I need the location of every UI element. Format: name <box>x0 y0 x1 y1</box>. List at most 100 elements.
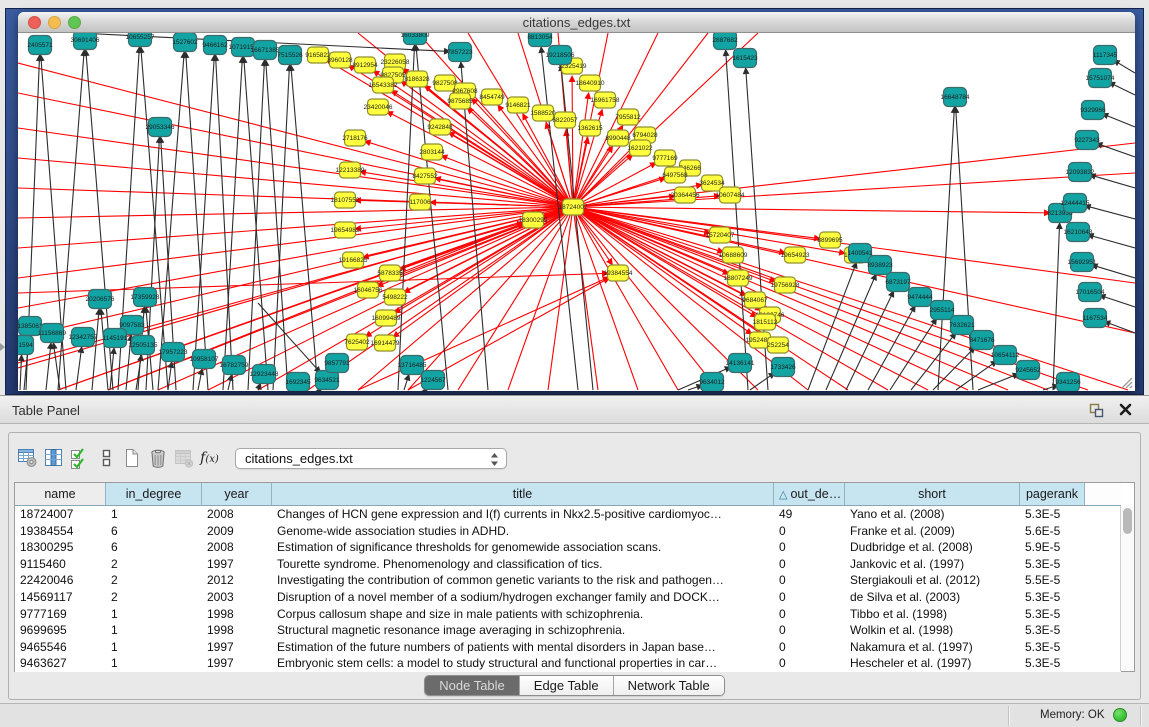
graph-node[interactable]: 9146821 <box>505 97 531 113</box>
graph-edge[interactable] <box>216 56 233 390</box>
graph-edge[interactable] <box>186 53 208 390</box>
table-row[interactable]: 969969511998Structural magnetic resonanc… <box>15 622 1121 639</box>
graph-node[interactable]: 9242848 <box>427 119 453 135</box>
resize-grip-icon[interactable] <box>1119 375 1133 389</box>
new-table-button[interactable] <box>119 445 144 471</box>
graph-edge[interactable] <box>76 348 82 390</box>
graph-node[interactable]: 7955812 <box>615 109 641 125</box>
graph-edge[interactable] <box>573 173 1135 207</box>
graph-node[interactable]: 19384554 <box>604 265 633 281</box>
graph-edge[interactable] <box>18 207 573 218</box>
graph-edge[interactable] <box>158 53 184 390</box>
table-row[interactable]: 1938455462009Genome-wide association stu… <box>15 523 1121 540</box>
graph-node[interactable]: 12923448 <box>250 365 279 384</box>
graph-edge[interactable] <box>1053 224 1060 390</box>
graph-node[interactable]: 19654982 <box>331 222 360 238</box>
graph-node[interactable]: 8427552 <box>412 168 438 184</box>
tab-edge-table[interactable]: Edge Table <box>520 676 614 695</box>
graph-node[interactable]: 17359928 <box>131 288 160 307</box>
graph-edge[interactable] <box>258 303 320 372</box>
graph-edge[interactable] <box>248 61 264 390</box>
close-panel-icon[interactable] <box>1118 402 1133 417</box>
table-row[interactable]: 977716911998Corpus callosum shape and si… <box>15 606 1121 623</box>
graph-node[interactable]: 12505135 <box>129 336 158 355</box>
column-header-name[interactable]: name <box>15 483 106 506</box>
graph-edge[interactable] <box>978 374 1018 390</box>
delete-trash-button[interactable] <box>145 445 170 471</box>
graph-node[interactable]: 9227343 <box>1074 131 1100 150</box>
graph-edge[interactable] <box>408 207 573 390</box>
table-row[interactable]: 911546021997Tourette syndrome. Phenomeno… <box>15 556 1121 573</box>
graph-edge[interactable] <box>18 158 573 207</box>
graph-node[interactable]: 1145191 <box>103 329 128 348</box>
graph-node[interactable]: 19654923 <box>781 247 810 263</box>
graph-node[interactable]: 16782759 <box>220 356 249 375</box>
graph-node[interactable]: 18724007 <box>559 199 588 215</box>
graph-node[interactable]: 17957223 <box>159 343 188 362</box>
graph-node[interactable]: 8912954 <box>352 57 378 73</box>
graph-edge[interactable] <box>1086 206 1135 219</box>
graph-node[interactable]: 18107552 <box>331 192 360 208</box>
graph-node[interactable]: 14136141 <box>726 354 755 373</box>
graph-node[interactable]: 19218506 <box>546 46 575 65</box>
graph-node[interactable]: 8471676 <box>969 331 995 350</box>
graph-node[interactable]: 19756928 <box>771 277 800 293</box>
table-row[interactable]: 1830029562008Estimation of significance … <box>15 539 1121 556</box>
graph-node[interactable]: 12213389 <box>336 162 365 178</box>
graph-node[interactable]: 1615423 <box>732 49 758 68</box>
graph-node[interactable]: 6822057 <box>552 112 578 128</box>
graph-edge[interactable] <box>1103 114 1135 127</box>
graph-edge[interactable] <box>573 207 1048 390</box>
graph-node[interactable]: 10655257 <box>126 33 155 47</box>
graph-edge[interactable] <box>193 56 214 390</box>
graph-edge[interactable] <box>92 310 99 390</box>
graph-edge[interactable] <box>1100 295 1135 307</box>
row-height-button[interactable] <box>93 445 118 471</box>
graph-node[interactable]: 16210643 <box>1064 223 1093 242</box>
column-header-in_degree[interactable]: in_degree <box>106 483 202 506</box>
graph-node[interactable]: 2803144 <box>419 144 445 160</box>
side-splitter-icon[interactable] <box>0 343 5 351</box>
graph-node[interactable]: 20206576 <box>86 290 115 309</box>
column-header-year[interactable]: year <box>202 483 272 506</box>
graph-node[interactable]: 6497568 <box>662 167 688 183</box>
table-scrollbar[interactable] <box>1120 506 1134 671</box>
graph-node[interactable]: 5878335 <box>377 265 403 281</box>
graph-node[interactable]: 16543382 <box>369 77 398 93</box>
graph-edge[interactable] <box>573 207 638 390</box>
graph-node[interactable]: 1527602 <box>172 33 198 52</box>
graph-node[interactable]: 117006 <box>409 194 431 210</box>
graph-node[interactable]: 18640910 <box>576 75 605 91</box>
table-row[interactable]: 1456911722003Disruption of a novel membe… <box>15 589 1121 606</box>
graph-node[interactable]: 12444415 <box>1061 194 1090 213</box>
graph-edge[interactable] <box>18 63 573 207</box>
graph-node[interactable]: 10688609 <box>719 247 748 263</box>
graph-node[interactable]: 9634521 <box>314 371 340 390</box>
table-selector-combobox[interactable]: citations_edges.txt <box>235 448 507 469</box>
select-columns-button[interactable] <box>67 445 92 471</box>
column-header-out_degree[interactable]: △out_de… <box>774 483 845 506</box>
graph-node[interactable]: 16671385 <box>251 41 280 60</box>
graph-node[interactable]: 2718176 <box>342 130 368 146</box>
tab-node-table[interactable]: Node Table <box>425 676 520 695</box>
graph-node[interactable]: 1815112 <box>753 314 778 330</box>
function-builder-button[interactable]: f(x) <box>197 445 222 471</box>
graph-node[interactable]: 16099489 <box>372 310 401 326</box>
graph-node[interactable]: 1117345 <box>1093 46 1118 65</box>
graph-node[interactable]: 17016504 <box>1076 283 1105 302</box>
graph-node[interactable]: 18300295 <box>519 212 548 228</box>
citation-graph[interactable]: 1872400718300295193845549165822896012889… <box>18 33 1135 391</box>
graph-node[interactable]: 1167534 <box>1083 309 1108 328</box>
graph-edge[interactable] <box>956 108 973 390</box>
insert-column-button[interactable] <box>41 445 66 471</box>
graph-node[interactable]: 30691406 <box>71 33 100 50</box>
graph-node[interactable]: 7857223 <box>447 43 473 62</box>
graph-node[interactable]: 252254 <box>767 337 789 353</box>
graph-node[interactable]: 9684067 <box>742 292 768 308</box>
graph-edge[interactable] <box>938 108 954 390</box>
graph-node[interactable]: 8454749 <box>479 89 505 105</box>
graph-node[interactable]: 12342757 <box>69 328 98 347</box>
graph-edge[interactable] <box>1093 265 1135 278</box>
graph-node[interactable]: 5498222 <box>382 289 408 305</box>
graph-node[interactable]: 16046756 <box>354 282 383 298</box>
